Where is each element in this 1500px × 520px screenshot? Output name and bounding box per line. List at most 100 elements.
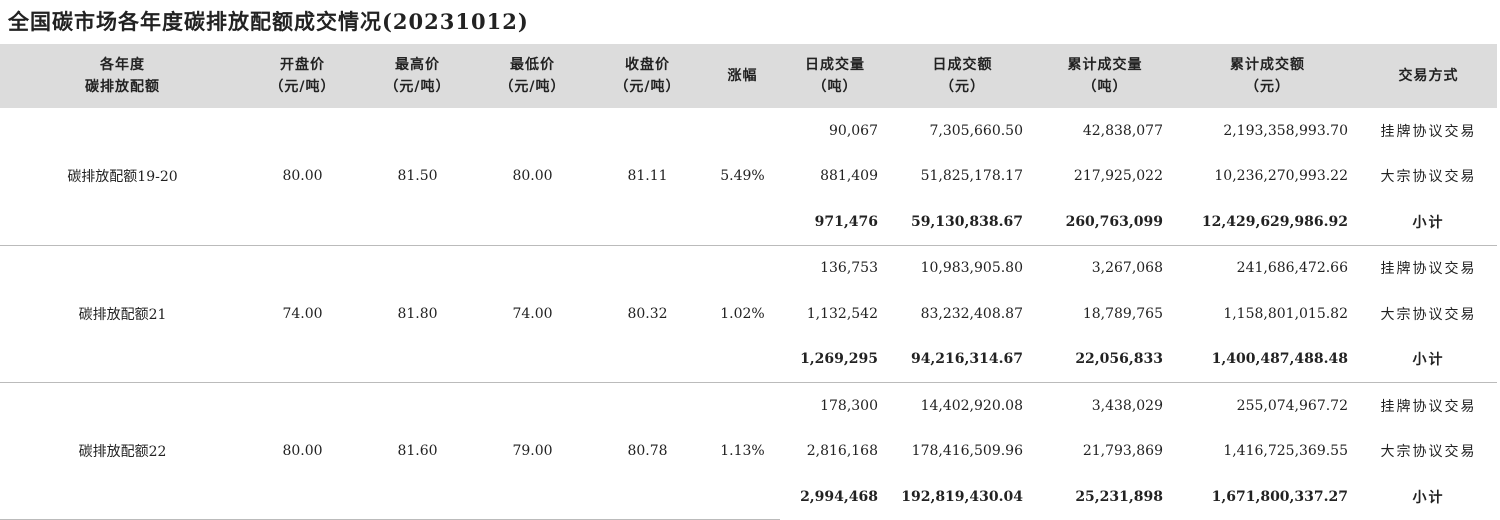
header-label: 各年度 [100,57,145,73]
header-label: 累计成交量 [1067,57,1143,73]
col-allowance-header: 各年度 碳排放配额 [0,44,245,108]
header-label: 累计成交额 [1230,57,1305,73]
daily-volume-cell: 2,816,168 [806,443,878,460]
header-label: 日成交额 [932,57,993,73]
daily-volume-cell: 136,753 [820,260,878,277]
cum-amount-cell: 255,074,967.72 [1236,397,1348,414]
daily-volume-cell: 90,067 [829,122,878,139]
cum-volume-cell: 21,793,869 [1082,443,1163,460]
col-method-header: 交易方式 [1360,44,1497,108]
cum-amount-cell: 1,416,725,369.55 [1223,443,1348,460]
cum-amount-cell: 1,158,801,015.82 [1223,305,1348,322]
trade-method-cell: 小计 [1360,199,1497,246]
close-price-cell: 81.11 [590,108,705,246]
header-unit: （元） [940,79,985,95]
trade-method-cell: 大宗协议交易 [1380,444,1477,461]
carbon-trading-table: 各年度碳排放配额 开盘价 （元/吨） 最高价 （元/吨） 最低价 （元/吨） 收盘价 （元/吨）… [0,44,1497,520]
header-label: 日成交量 [805,57,865,73]
header-label: 收盘价 [625,57,670,73]
cum-amount-cell: 12,429,629,986.92 [1175,199,1360,246]
allowance-name-cell: 碳排放配额19-20 [0,108,245,246]
daily-amount-cell: 83,232,408.87 [920,305,1023,322]
trade-method-cell: 大宗协议交易 [1380,169,1477,186]
change-cell: 5.49% [705,108,780,246]
daily-amount-cell: 14,402,920.08 [920,397,1023,414]
daily-amount-cell: 51,825,178.17 [920,168,1023,185]
header-unit: 碳排放配额 [85,79,160,95]
daily-volume-cell: 881,409 [820,168,878,185]
header-label: 最低价 [510,57,555,73]
col-close-header: 收盘价 （元/吨） [590,44,705,108]
header-label: 最高价 [395,57,440,73]
open-price-cell: 80.00 [245,108,360,246]
cum-volume-cell: 18,789,765 [1082,305,1163,322]
table-row: 碳排放配额22 80.00 81.60 79.00 80.78 1.13% 178,300 1… [0,382,1497,520]
cum-amount-cell: 10,236,270,993.22 [1214,168,1348,185]
col-daily-amount-header: 日成交额 （元） [890,44,1035,108]
col-change-header: 涨幅 [705,44,780,108]
close-price-cell: 80.78 [590,382,705,520]
high-price-cell: 81.50 [360,108,475,246]
low-price-cell: 74.00 [475,245,590,383]
page-title: 全国碳市场各年度碳排放配额成交情况(20231012) [8,9,529,34]
allowance-name-cell: 碳排放配额22 [0,382,245,520]
daily-amount-cell: 7,305,660.50 [929,122,1023,139]
low-price-cell: 80.00 [475,108,590,246]
allowance-name-cell: 碳排放配额21 [0,245,245,383]
col-cum-volume-header: 累计成交量 （吨） [1035,44,1175,108]
trade-method-cell: 挂牌协议交易 [1380,123,1477,140]
daily-volume-cell: 2,994,468 [800,488,878,505]
close-price-cell: 80.32 [590,245,705,383]
header-row: 各年度碳排放配额 开盘价 （元/吨） 最高价 （元/吨） 最低价 （元/吨） 收盘价 （元/吨）… [0,44,1497,108]
daily-amount-cell: 10,983,905.80 [920,260,1023,277]
cum-amount-cell: 2,193,358,993.70 [1223,122,1348,139]
cum-amount-cell: 1,671,800,337.27 [1211,488,1348,505]
cum-volume-cell: 217,925,022 [1073,168,1163,185]
cum-amount-cell: 1,400,487,488.48 [1175,336,1360,383]
high-price-cell: 81.80 [360,245,475,383]
daily-volume-cell: 971,476 [780,199,890,246]
trade-method-cell: 挂牌协议交易 [1380,261,1477,278]
header-unit: （元/吨） [499,79,566,95]
cum-volume-cell: 22,056,833 [1035,336,1175,383]
daily-volume-cell: 178,300 [820,397,878,414]
header-unit: （元） [1245,79,1290,95]
col-open-header: 开盘价 （元/吨） [245,44,360,108]
header-unit: （吨） [1082,79,1128,95]
open-price-cell: 80.00 [245,382,360,520]
cum-volume-cell: 42,838,077 [1082,122,1163,139]
cum-volume-cell: 3,438,029 [1091,397,1163,414]
trade-method-cell: 小计 [1360,336,1497,383]
daily-amount-cell: 59,130,838.67 [890,199,1035,246]
low-price-cell: 79.00 [475,382,590,520]
table-body: 碳排放配额19-20 80.00 81.50 80.00 81.11 5.49% 90,06… [0,108,1497,520]
trade-method-cell: 小计 [1412,489,1445,506]
cum-volume-cell: 3,267,068 [1091,260,1163,277]
trade-method-cell: 大宗协议交易 [1380,306,1477,323]
col-high-header: 最高价 （元/吨） [360,44,475,108]
cum-volume-cell: 260,763,099 [1035,199,1175,246]
header-unit: （元/吨） [614,79,681,95]
change-cell: 1.02% [705,245,780,383]
table-row: 碳排放配额19-20 80.00 81.50 80.00 81.11 5.49% 90,06… [0,108,1497,246]
trade-method-cell: 挂牌协议交易 [1380,398,1477,415]
daily-amount-cell: 192,819,430.04 [901,488,1023,505]
header-unit: （元/吨） [269,79,336,95]
daily-volume-cell: 1,132,542 [806,305,878,322]
cum-volume-cell: 25,231,898 [1075,488,1163,505]
daily-amount-cell: 178,416,509.96 [911,443,1023,460]
cum-amount-cell: 241,686,472.66 [1236,260,1348,277]
col-low-header: 最低价 （元/吨） [475,44,590,108]
open-price-cell: 74.00 [245,245,360,383]
col-daily-volume-header: 日成交量 （吨） [780,44,890,108]
table-row: 碳排放配额21 74.00 81.80 74.00 80.32 1.02% 136,753 1… [0,245,1497,383]
header-label: 涨幅 [727,68,758,84]
col-cum-amount-header: 累计成交额 （元） [1175,44,1360,108]
header-unit: （元/吨） [384,79,451,95]
change-cell: 1.13% [705,382,780,520]
header-label: 开盘价 [280,57,325,73]
daily-amount-cell: 94,216,314.67 [890,336,1035,383]
header-unit: （吨） [812,79,858,95]
high-price-cell: 81.60 [360,382,475,520]
daily-volume-cell: 1,269,295 [780,336,890,383]
